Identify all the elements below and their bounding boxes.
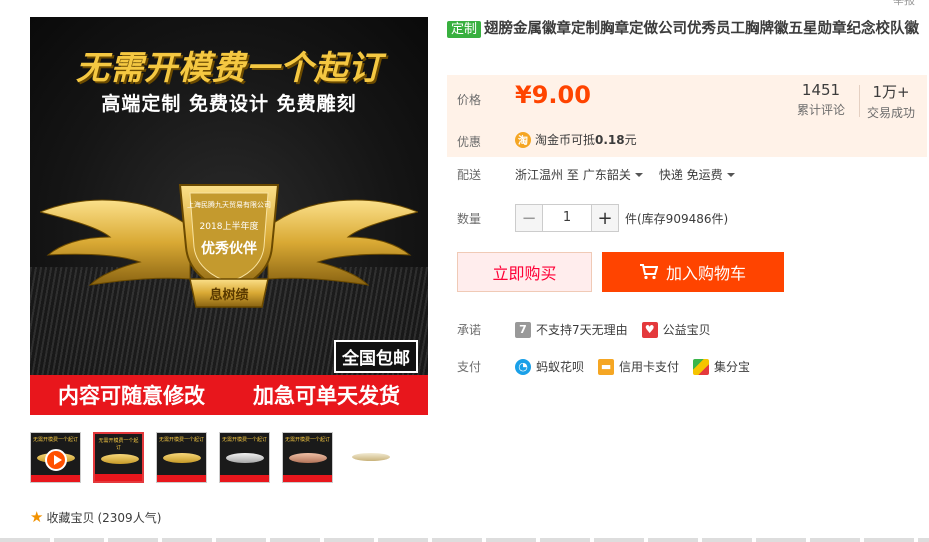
main-product-image[interactable]: 无需开模费一个起订 高端定制 免费设计 免费雕刻 上海民腾九天贸易有限公司 20… [30, 17, 428, 415]
favorite-label: 收藏宝贝 [46, 510, 95, 525]
reviews-stat[interactable]: 1451 累计评论 [797, 81, 845, 118]
favorite-button[interactable]: ★ 收藏宝贝 (2309人气) [30, 508, 161, 526]
badge-year-text: 2018上半年度 [200, 220, 259, 232]
no-7day-return-item[interactable]: 7 不支持7天无理由 [515, 321, 628, 338]
payment-label: 支付 [457, 360, 482, 374]
promo-amount: 0.18 [595, 132, 625, 147]
deals-stat: 1万+ 交易成功 [867, 81, 915, 121]
destination-dropdown[interactable]: 广东韶关 [583, 166, 643, 183]
charity-item[interactable]: ♥ 公益宝贝 [641, 321, 711, 338]
thumbnail-banner [31, 475, 80, 482]
stat-divider [859, 85, 860, 117]
add-to-cart-button[interactable]: 加入购物车 [602, 252, 784, 292]
taojinbi-coin-icon: 淘 [515, 131, 531, 148]
thumbnail-caption: 无需开模费一个起订 [285, 437, 331, 443]
decrease-button[interactable]: − [515, 204, 543, 232]
quantity-row: 数量 − 1 + 件(库存909486件) [447, 204, 927, 232]
credit-card-item[interactable]: ▬ 信用卡支付 [598, 358, 679, 375]
promo-info: 淘 淘金币可抵 0.18 元 [515, 131, 637, 148]
thumbnail-rose[interactable]: 无需开模费一个起订 [282, 432, 333, 483]
badge-name-text: 息树绩 [209, 287, 248, 303]
thumbnail-badge [163, 453, 201, 463]
thumbnail-banner [95, 474, 142, 481]
destination-value: 广东韶关 [582, 168, 631, 182]
add-to-cart-label: 加入购物车 [665, 264, 746, 283]
badge-award-text: 优秀伙伴 [201, 240, 257, 257]
cart-icon [639, 264, 658, 280]
jifenbao-text: 集分宝 [714, 360, 751, 374]
payment-row: 支付 ◔ 蚂蚁花呗 ▬ 信用卡支付 集分宝 [447, 358, 927, 375]
increase-button[interactable]: + [591, 204, 619, 232]
shipping-method-dropdown[interactable]: 快递 免运费 [659, 166, 735, 183]
thumbnail-badge [352, 453, 390, 461]
thumbnail-silver[interactable]: 无需开模费一个起订 [219, 432, 270, 483]
product-title: 定制 翅膀金属徽章定制胸章定做公司优秀员工胸牌徽五星勋章纪念校队徽 [447, 18, 922, 41]
thumbnail-caption: 无需开模费一个起订 [159, 437, 205, 443]
promise-label: 承诺 [457, 323, 482, 337]
quantity-label: 数量 [457, 211, 482, 226]
badge-company-text: 上海民腾九天贸易有限公司 [187, 200, 271, 209]
thumbnail-gold[interactable]: 无需开模费一个起订 [93, 432, 144, 483]
thumbnail-badge [101, 454, 139, 464]
image-subline: 高端定制 免费设计 免费雕刻 [101, 93, 357, 115]
shipping-label: 配送 [457, 168, 482, 182]
thumbnail-strip: 无需开模费一个起订 无需开模费一个起订 无需开模费一个起订 无需开模费一个起订 … [30, 432, 396, 483]
quantity-input[interactable]: 1 [543, 204, 591, 232]
thumbnail-badge [226, 453, 264, 463]
shipping-from: 浙江温州 至 [515, 168, 579, 182]
thumbnail-gold-2[interactable]: 无需开模费一个起订 [156, 432, 207, 483]
thumbnail-plain[interactable] [345, 432, 396, 483]
reviews-count: 1451 [801, 81, 841, 99]
thumbnail-badge [289, 453, 327, 463]
chevron-down-icon [726, 172, 735, 177]
price-label: 价格 [457, 93, 482, 107]
thumbnail-video[interactable]: 无需开模费一个起订 [30, 432, 81, 483]
thumbnail-caption: 无需开模费一个起订 [222, 437, 268, 443]
wing-badge-graphic: 上海民腾九天贸易有限公司 2018上半年度 优秀伙伴 息树绩 [40, 184, 418, 308]
banner-right-text: 加急可单天发货 [253, 384, 400, 408]
price-value: ¥9.00 [515, 81, 591, 109]
banner-left-text: 内容可随意修改 [58, 384, 205, 408]
thumbnail-caption: 无需开模费一个起订 [33, 437, 79, 443]
free-shipping-label: 全国包邮 [334, 340, 418, 373]
reviews-label: 累计评论 [797, 103, 846, 117]
stock-info: 件(库存909486件) [625, 211, 729, 226]
seven-day-icon: 7 [515, 321, 531, 338]
product-title-text: 翅膀金属徽章定制胸章定做公司优秀员工胸牌徽五星勋章纪念校队徽 [484, 21, 920, 37]
report-link[interactable]: 举报 [893, 0, 915, 8]
chevron-down-icon [634, 172, 643, 177]
play-icon[interactable] [45, 449, 67, 471]
promo-label: 优惠 [457, 135, 482, 149]
credit-card-text: 信用卡支付 [619, 360, 680, 374]
huabei-icon: ◔ [515, 358, 531, 375]
buy-now-button[interactable]: 立即购买 [457, 252, 592, 292]
image-headline: 无需开模费一个起订 [76, 48, 382, 87]
quantity-stepper: − 1 + [515, 204, 619, 232]
credit-card-icon: ▬ [598, 358, 615, 375]
thumbnail-banner [157, 475, 206, 482]
thumbnail-caption: 无需开模费一个起订 [98, 438, 139, 451]
no-7day-return-text: 不支持7天无理由 [536, 323, 628, 337]
star-icon: ★ [30, 508, 44, 526]
deals-label: 交易成功 [867, 106, 916, 120]
promo-unit: 元 [624, 133, 637, 147]
deals-count: 1万+ [872, 83, 910, 101]
bottom-tab-strip [0, 538, 929, 542]
custom-tag: 定制 [447, 21, 482, 38]
promo-text: 淘金币可抵 [535, 133, 596, 147]
shipping-method-value: 快递 免运费 [658, 168, 723, 182]
favorite-count: (2309人气) [97, 510, 162, 525]
jifenbao-item[interactable]: 集分宝 [693, 358, 750, 375]
image-red-banner: 内容可随意修改 加急可单天发货 [30, 375, 428, 415]
charity-text: 公益宝贝 [662, 323, 711, 337]
promise-row: 承诺 7 不支持7天无理由 ♥ 公益宝贝 [447, 321, 927, 338]
jifenbao-icon [693, 358, 710, 375]
thumbnail-banner [220, 475, 269, 482]
price-panel: 价格 ¥9.00 1451 累计评论 1万+ 交易成功 优惠 淘 淘金币可抵 0.… [447, 75, 927, 157]
heart-icon: ♥ [641, 321, 658, 338]
huabei-item[interactable]: ◔ 蚂蚁花呗 [515, 358, 584, 375]
thumbnail-banner [283, 475, 332, 482]
shipping-row: 配送 浙江温州 至 广东韶关 快递 免运费 [447, 166, 927, 183]
huabei-text: 蚂蚁花呗 [536, 360, 585, 374]
